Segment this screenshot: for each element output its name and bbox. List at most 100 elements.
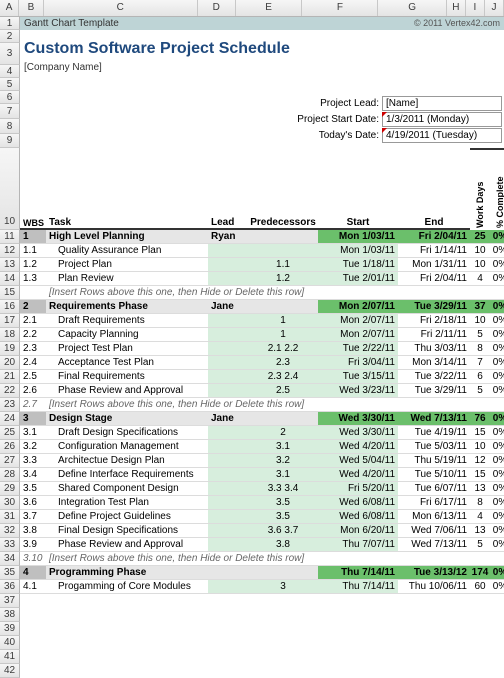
task-cell[interactable]: Phase Review and Approval: [46, 538, 208, 552]
insert-hint-row[interactable]: 2.7[Insert Rows above this one, then Hid…: [20, 398, 504, 412]
lead-cell[interactable]: [208, 580, 248, 594]
task-cell[interactable]: Phase Review and Approval: [46, 384, 208, 398]
start-cell[interactable]: Thu 7/14/11: [318, 580, 398, 594]
start-cell[interactable]: Tue 2/01/11: [318, 272, 398, 286]
column-headers[interactable]: ABCDEFGHIJ: [0, 0, 504, 17]
end-cell[interactable]: Fri 2/04/11: [398, 272, 470, 286]
end-cell[interactable]: Tue 3/22/11: [398, 370, 470, 384]
task-row[interactable]: 2.4Acceptance Test Plan2.3Fri 3/04/11Mon…: [20, 356, 504, 370]
predecessors-cell[interactable]: [248, 300, 318, 314]
row-header[interactable]: 18: [0, 328, 20, 342]
end-cell[interactable]: Wed 7/13/11: [398, 538, 470, 552]
end-cell[interactable]: Fri 1/14/11: [398, 244, 470, 258]
row-headers[interactable]: 1234567891011121314151617181920212223242…: [0, 17, 20, 589]
end-cell[interactable]: Mon 3/14/11: [398, 356, 470, 370]
workdays-cell[interactable]: 37: [470, 300, 490, 314]
task-cell[interactable]: Quality Assurance Plan: [46, 244, 208, 258]
row-header[interactable]: 16: [0, 300, 20, 314]
wbs-cell[interactable]: 1.2: [20, 258, 46, 272]
project-start-field[interactable]: 1/3/2011 (Monday): [382, 112, 502, 127]
row-header[interactable]: 28: [0, 468, 20, 482]
task-cell[interactable]: [Insert Rows above this one, then Hide o…: [46, 398, 318, 412]
lead-cell[interactable]: [208, 328, 248, 342]
workdays-cell[interactable]: 15: [470, 468, 490, 482]
row-header[interactable]: 26: [0, 440, 20, 454]
wbs-cell[interactable]: 1.3: [20, 272, 46, 286]
end-cell[interactable]: [398, 552, 470, 566]
percent-cell[interactable]: 0%: [490, 230, 504, 244]
row-header[interactable]: 19: [0, 342, 20, 356]
task-cell[interactable]: Shared Component Design: [46, 482, 208, 496]
start-cell[interactable]: Wed 3/30/11: [318, 412, 398, 426]
lead-cell[interactable]: Ryan: [208, 230, 248, 244]
row-header[interactable]: 10: [0, 148, 20, 230]
column-header[interactable]: A: [0, 0, 19, 16]
col-lead[interactable]: Lead: [208, 148, 248, 230]
row-header[interactable]: 5: [0, 78, 20, 91]
row-header[interactable]: 33: [0, 538, 20, 552]
start-cell[interactable]: Mon 2/07/11: [318, 328, 398, 342]
predecessors-cell[interactable]: [248, 244, 318, 258]
predecessors-cell[interactable]: 2: [248, 426, 318, 440]
end-cell[interactable]: Fri 6/17/11: [398, 496, 470, 510]
percent-cell[interactable]: 0%: [490, 482, 504, 496]
lead-cell[interactable]: [208, 426, 248, 440]
start-cell[interactable]: Wed 4/20/11: [318, 468, 398, 482]
percent-cell[interactable]: [490, 552, 504, 566]
percent-cell[interactable]: 0%: [490, 370, 504, 384]
wbs-cell[interactable]: 2.1: [20, 314, 46, 328]
column-header[interactable]: J: [485, 0, 504, 16]
lead-cell[interactable]: Jane: [208, 412, 248, 426]
lead-cell[interactable]: [208, 342, 248, 356]
workdays-cell[interactable]: 10: [470, 244, 490, 258]
task-row[interactable]: 3.1Draft Design Specifications2Wed 3/30/…: [20, 426, 504, 440]
lead-cell[interactable]: [208, 538, 248, 552]
start-cell[interactable]: Mon 6/20/11: [318, 524, 398, 538]
col-work-days[interactable]: Work Days: [470, 148, 490, 230]
task-row[interactable]: 4.1Progamming of Core Modules3Thu 7/14/1…: [20, 580, 504, 594]
wbs-cell[interactable]: 3.7: [20, 510, 46, 524]
start-cell[interactable]: Mon 2/07/11: [318, 300, 398, 314]
column-header[interactable]: D: [198, 0, 236, 16]
task-row[interactable]: 1.2Project Plan1.1Tue 1/18/11Mon 1/31/11…: [20, 258, 504, 272]
row-header[interactable]: 6: [0, 91, 20, 104]
task-cell[interactable]: Final Requirements: [46, 370, 208, 384]
wbs-cell[interactable]: 3.1: [20, 426, 46, 440]
workdays-cell[interactable]: 5: [470, 538, 490, 552]
task-row[interactable]: 3.4Define Interface Requirements3.1Wed 4…: [20, 468, 504, 482]
percent-cell[interactable]: 0%: [490, 440, 504, 454]
wbs-cell[interactable]: 2.4: [20, 356, 46, 370]
task-cell[interactable]: Requirements Phase: [46, 300, 208, 314]
predecessors-cell[interactable]: 2.3 2.4: [248, 370, 318, 384]
task-cell[interactable]: Integration Test Plan: [46, 496, 208, 510]
task-cell[interactable]: Architectue Design Plan: [46, 454, 208, 468]
predecessors-cell[interactable]: 1.2: [248, 272, 318, 286]
workdays-cell[interactable]: 8: [470, 496, 490, 510]
percent-cell[interactable]: 0%: [490, 524, 504, 538]
predecessors-cell[interactable]: 3.5: [248, 510, 318, 524]
wbs-cell[interactable]: 2.6: [20, 384, 46, 398]
row-header[interactable]: 15: [0, 286, 20, 300]
todays-date-field[interactable]: 4/19/2011 (Tuesday): [382, 128, 502, 143]
percent-cell[interactable]: 0%: [490, 300, 504, 314]
workdays-cell[interactable]: 6: [470, 370, 490, 384]
task-row[interactable]: 3.3Architectue Design Plan3.2Wed 5/04/11…: [20, 454, 504, 468]
lead-cell[interactable]: [208, 468, 248, 482]
workdays-cell[interactable]: [470, 552, 490, 566]
row-header[interactable]: 37: [0, 594, 20, 608]
row-header[interactable]: 8: [0, 119, 20, 134]
row-header[interactable]: 30: [0, 496, 20, 510]
col-wbs[interactable]: WBS: [20, 148, 46, 230]
end-cell[interactable]: Tue 5/10/11: [398, 468, 470, 482]
start-cell[interactable]: Tue 2/22/11: [318, 342, 398, 356]
task-cell[interactable]: Plan Review: [46, 272, 208, 286]
phase-row[interactable]: 3Design StageJaneWed 3/30/11Wed 7/13/117…: [20, 412, 504, 426]
predecessors-cell[interactable]: 3.2: [248, 454, 318, 468]
wbs-cell[interactable]: 3.10: [20, 552, 46, 566]
row-header[interactable]: 4: [0, 65, 20, 78]
column-header[interactable]: E: [236, 0, 303, 16]
row-header[interactable]: 34: [0, 552, 20, 566]
row-header[interactable]: 32: [0, 524, 20, 538]
end-cell[interactable]: Fri 2/04/11: [398, 230, 470, 244]
row-header[interactable]: 17: [0, 314, 20, 328]
